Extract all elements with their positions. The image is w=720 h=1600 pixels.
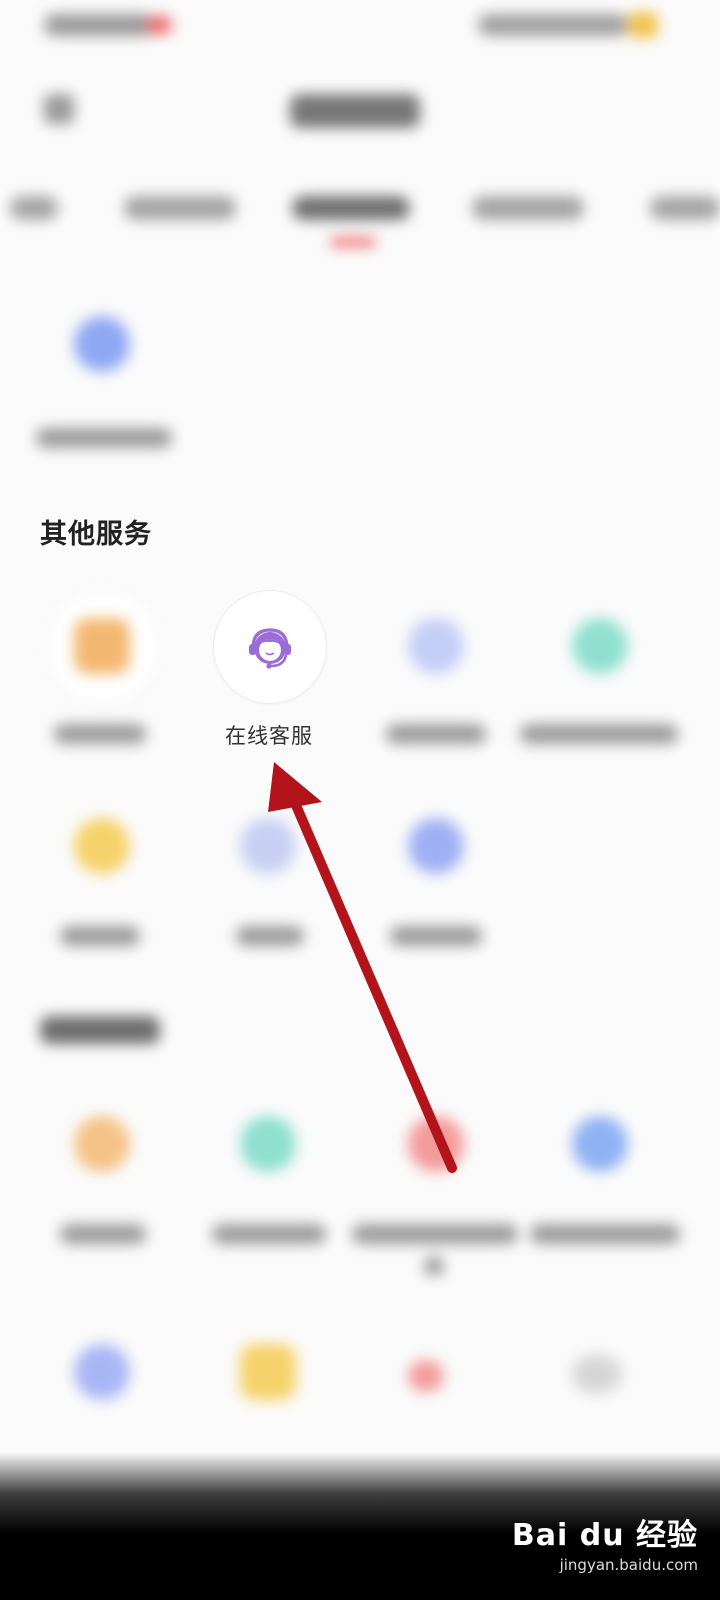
arrow-head — [268, 762, 322, 812]
annotation-arrow — [268, 762, 457, 1173]
arrow-shaft — [281, 777, 457, 1173]
